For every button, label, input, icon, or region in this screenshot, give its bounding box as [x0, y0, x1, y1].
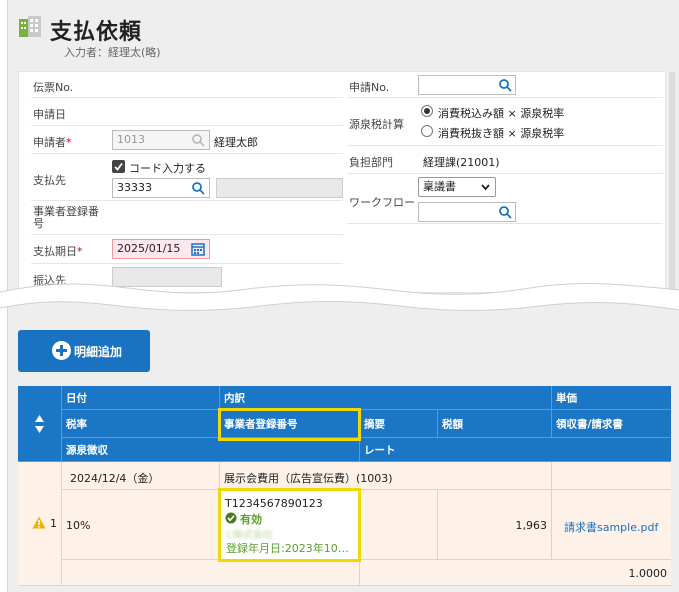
- cell-unit-price[interactable]: [552, 462, 671, 490]
- row-shinsei-bi: 申請日: [31, 98, 343, 126]
- code-input-label: コード入力する: [129, 162, 206, 175]
- cell-receipt: 請求書sample.pdf: [552, 490, 671, 560]
- row-futan: 負担部門 経理課(21001): [347, 146, 663, 174]
- cell-tax-amount[interactable]: 1,963: [438, 490, 552, 560]
- highlight-cell-box: [218, 488, 361, 562]
- row-status-cell: 1: [18, 462, 62, 586]
- add-detail-label: 明細追加: [74, 345, 123, 359]
- search-icon[interactable]: [191, 181, 205, 195]
- plus-circle-icon: [52, 341, 71, 360]
- workflow-label: ワークフロー: [349, 196, 415, 209]
- page-subtitle: 入力者：経理太(略): [64, 46, 161, 59]
- cell-summary[interactable]: [360, 490, 438, 560]
- radio-tax-included[interactable]: [421, 105, 433, 117]
- th-unit-price: 単価: [552, 386, 671, 410]
- calendar-icon[interactable]: [191, 242, 205, 256]
- th-rate: レート: [360, 438, 671, 462]
- th-tax-rate: 税率: [62, 410, 220, 438]
- row-shinsei-no: 申請No.: [347, 72, 663, 98]
- building-icon: [19, 16, 41, 37]
- th-tax-amount: 税額: [438, 410, 552, 438]
- th-breakdown: 内訳: [220, 386, 552, 410]
- shinseisha-label: 申請者: [33, 134, 72, 150]
- row-gensen: 源泉税計算 消費税込み額 × 源泉税率 消費税抜き額 × 源泉税率: [347, 98, 663, 146]
- sort-header: [18, 386, 62, 462]
- radio-tax-excluded[interactable]: [421, 125, 433, 137]
- gensen-label: 源泉税計算: [349, 118, 404, 131]
- row-index: 1: [50, 517, 57, 530]
- shinsei-no-label: 申請No.: [349, 81, 390, 94]
- th-summary: 摘要: [360, 410, 438, 438]
- kijitsu-label: 支払期日: [33, 243, 83, 259]
- code-input-checkbox[interactable]: [112, 160, 125, 173]
- search-icon[interactable]: [191, 133, 205, 147]
- th-date: 日付: [62, 386, 220, 410]
- workflow-select[interactable]: 稟議書: [418, 177, 496, 197]
- form-card: 伝票No. 申請日 申請者 1013 経理太郎 支払先 コード入力する 3333…: [18, 71, 675, 294]
- radio-tax-excluded-label: 消費税抜き額 × 源泉税率: [438, 127, 565, 140]
- add-detail-button[interactable]: 明細追加: [18, 330, 150, 372]
- denpyo-label: 伝票No.: [33, 81, 74, 94]
- shinsei-bi-label: 申請日: [33, 108, 66, 121]
- cell-rate[interactable]: 1.0000: [360, 560, 671, 586]
- cell-date[interactable]: 2024/12/4（金）: [62, 462, 220, 490]
- futan-value: 経理課(21001): [423, 156, 500, 169]
- th-withholding: 源泉徴収: [62, 438, 360, 462]
- cell-tax-rate[interactable]: 10%: [62, 490, 220, 560]
- page-title: 支払依頼: [50, 20, 143, 45]
- warning-icon: [32, 516, 46, 529]
- highlight-header-box: [218, 408, 361, 441]
- receipt-link[interactable]: 請求書sample.pdf: [564, 519, 658, 535]
- jigyousha-label: 事業者登録番号: [33, 205, 99, 230]
- shinseisha-name: 経理太郎: [214, 136, 258, 149]
- row-kijitsu: 支払期日 2025/01/15: [31, 235, 343, 264]
- cell-breakdown[interactable]: 展示会費用（広告宣伝費）(1003): [220, 462, 552, 490]
- row-workflow: ワークフロー 稟議書: [347, 174, 663, 224]
- th-receipt: 領収書/請求書: [552, 410, 671, 438]
- row-shinseisha: 申請者 1013 経理太郎: [31, 126, 343, 154]
- row-shiharaisaki: 支払先 コード入力する 33333: [31, 154, 343, 201]
- workflow-selected: 稟議書: [423, 180, 456, 193]
- detail-table: 日付 内訳 単価 税率 事業者登録番号 摘要 税額 領収書/請求書 源泉徴収 レ…: [18, 386, 671, 586]
- futan-label: 負担部門: [349, 156, 393, 169]
- row-jigyousha: 事業者登録番号: [31, 201, 343, 235]
- shiharaisaki-name-field: [216, 178, 343, 198]
- cell-withholding[interactable]: [62, 560, 360, 586]
- shiharaisaki-label: 支払先: [33, 174, 66, 187]
- row-denpyo: 伝票No.: [31, 72, 343, 98]
- chevron-down-icon: [481, 184, 490, 191]
- search-icon[interactable]: [498, 205, 512, 219]
- radio-tax-included-label: 消費税込み額 × 源泉税率: [438, 107, 565, 120]
- torn-edge: [0, 283, 679, 311]
- sort-arrows-icon[interactable]: [34, 414, 45, 434]
- scrollbar[interactable]: [669, 72, 675, 294]
- search-icon[interactable]: [498, 78, 512, 92]
